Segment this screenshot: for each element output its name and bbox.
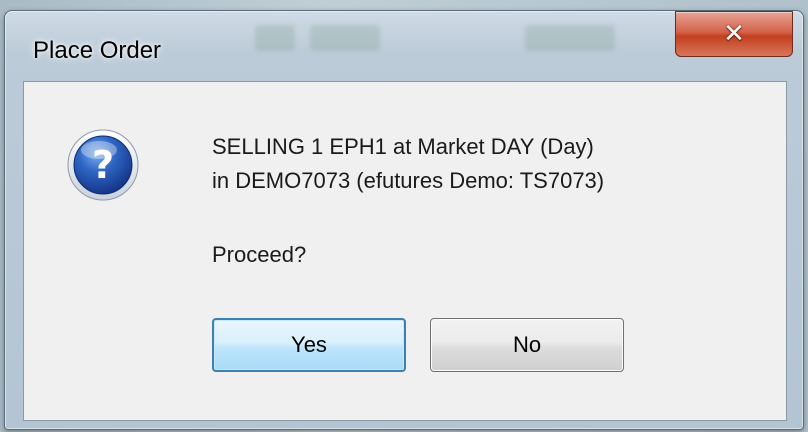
close-icon: ✕ bbox=[723, 19, 745, 49]
background-blur-decoration bbox=[525, 25, 615, 51]
proceed-prompt: Proceed? bbox=[212, 242, 307, 267]
order-message-line-2: in DEMO7073 (efutures Demo: TS7073) bbox=[212, 168, 605, 193]
yes-button[interactable]: Yes bbox=[212, 318, 406, 372]
background-blur-decoration bbox=[255, 25, 295, 51]
svg-text:?: ? bbox=[92, 143, 114, 187]
place-order-dialog: Place Order ✕ ? SELLING 1 EPH1 at Market… bbox=[4, 10, 804, 430]
no-button[interactable]: No bbox=[430, 318, 624, 372]
background-blur-decoration bbox=[310, 25, 380, 51]
close-button[interactable]: ✕ bbox=[675, 11, 793, 57]
order-message-line-1: SELLING 1 EPH1 at Market DAY (Day) bbox=[212, 134, 594, 159]
title-bar[interactable]: Place Order ✕ bbox=[5, 11, 803, 81]
dialog-content: ? SELLING 1 EPH1 at Market DAY (Day) in … bbox=[23, 81, 787, 421]
question-icon: ? bbox=[67, 129, 139, 201]
dialog-title: Place Order bbox=[33, 37, 162, 64]
